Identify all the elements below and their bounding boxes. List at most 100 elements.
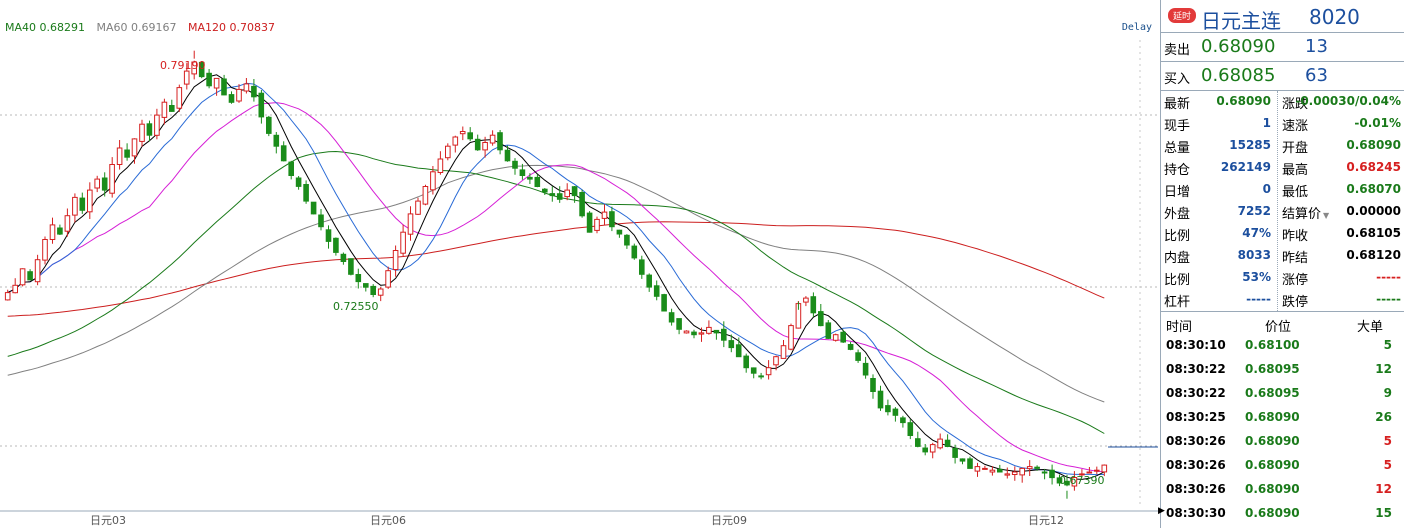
trade-row[interactable]: 08:30:10 0.68100 5 [1161, 334, 1404, 358]
candle-body [698, 332, 705, 335]
candle-body [1004, 473, 1011, 476]
x-label-0: 日元03 [90, 514, 126, 527]
bid-row[interactable]: 买入 0.68085 63 [1161, 62, 1404, 91]
candle-body [974, 466, 981, 472]
candle-body [422, 186, 429, 205]
stat-value: 15285 [1229, 138, 1271, 152]
delay-label: Delay [1121, 22, 1152, 33]
candle-body [982, 467, 988, 470]
trade-price: 0.68090 [1245, 434, 1300, 448]
candle-body [653, 285, 660, 297]
chart-canvas[interactable] [0, 0, 1160, 528]
quote-stats: 最新 0.68090 涨跌 -0.00030/0.04% 现手 1 速涨 -0.01% 总量 15… [1161, 91, 1404, 312]
stats-row: 杠杆 ----- 跌停 ----- [1161, 289, 1404, 311]
candle-body [832, 334, 839, 341]
candle-body [661, 294, 667, 312]
ma40-value: 0.68291 [39, 21, 86, 34]
candle-body [1049, 469, 1055, 479]
ma120-value: 0.70837 [229, 21, 276, 34]
chevron-down-icon[interactable]: ▼ [1323, 211, 1329, 220]
instrument-code: 8020 [1309, 5, 1360, 29]
candle-body [594, 218, 600, 231]
candle-body [154, 114, 160, 136]
candle-body [989, 469, 996, 473]
trade-time: 08:30:10 [1166, 338, 1226, 352]
candle-body [1011, 471, 1018, 475]
candle-body [519, 169, 526, 176]
stat-value: -0.00030/0.04% [1295, 94, 1401, 108]
trade-price: 0.68090 [1245, 410, 1300, 424]
candle-body [847, 344, 854, 350]
stat-label-text: 涨停 [1282, 273, 1309, 288]
trade-price: 0.68090 [1245, 506, 1300, 520]
stat-label-text: 开盘 [1282, 141, 1309, 156]
candle-body [862, 362, 869, 376]
quote-title: 延时 日元主连 8020 [1161, 0, 1404, 33]
stat-label: 结算价 ▼ [1282, 203, 1329, 222]
candle-body [139, 123, 145, 142]
candlestick-chart[interactable]: MA40 0.68291 MA60 0.69167 MA120 0.70837 … [0, 0, 1160, 528]
candle-body [318, 214, 324, 228]
candle-body [803, 297, 809, 303]
trade-row[interactable]: 08:30:22 0.68095 9 [1161, 382, 1404, 406]
trade-row[interactable]: ▶ 08:30:30 0.68090 15 [1158, 502, 1404, 526]
stat-label-text: 最高 [1282, 163, 1309, 178]
trade-time: 08:30:26 [1166, 482, 1226, 496]
stat-label-text: 最低 [1282, 185, 1309, 200]
candle-body [601, 211, 608, 219]
x-label-1: 日元06 [370, 514, 406, 527]
trade-row[interactable]: 08:30:26 0.68090 12 [1161, 478, 1404, 502]
candle-body [377, 288, 384, 296]
candle-body [340, 253, 347, 263]
candle-body [169, 105, 175, 112]
trade-row[interactable]: 08:30:26 0.68090 5 [1161, 454, 1404, 478]
bid-label: 买入 [1164, 72, 1191, 87]
candle-body [646, 274, 653, 288]
candle-body [355, 274, 362, 283]
candle-body [459, 131, 466, 135]
candle-body [273, 134, 280, 147]
trade-row[interactable]: 08:30:22 0.68095 12 [1161, 358, 1404, 382]
stat-label: 比例 [1164, 273, 1191, 288]
candle-body [94, 178, 101, 189]
candle-body [34, 259, 41, 283]
trade-row[interactable]: 08:30:25 0.68090 26 [1161, 406, 1404, 430]
candle-body [109, 164, 115, 194]
candle-body [415, 200, 421, 215]
candle-body [4, 292, 11, 301]
candle-body [437, 158, 444, 173]
stat-label: 速涨 [1282, 115, 1308, 134]
trade-price: 0.68090 [1245, 482, 1300, 496]
trade-row[interactable]: 08:30:26 0.68090 5 [1161, 430, 1404, 454]
trade-time: 08:30:30 [1166, 506, 1226, 520]
stat-label: 内盘 [1164, 251, 1191, 266]
candle-body [1101, 464, 1108, 473]
candle-body [400, 231, 406, 254]
trade-time: 08:30:22 [1166, 362, 1226, 376]
candle-body [288, 161, 294, 177]
ma120-line [7, 221, 1105, 317]
candle-body [900, 417, 906, 424]
ma40-name: MA40 [5, 21, 37, 34]
candle-body [236, 88, 242, 102]
candle-body [116, 147, 123, 165]
ask-label: 卖出 [1164, 43, 1191, 58]
candle-body [728, 340, 735, 349]
candle-body [706, 326, 712, 334]
ma120-name: MA120 [188, 21, 227, 34]
candle-body [959, 458, 966, 462]
ask-row[interactable]: 卖出 0.68090 13 [1161, 33, 1404, 62]
stats-row: 最新 0.68090 涨跌 -0.00030/0.04% [1161, 91, 1404, 113]
stat-label: 最低 [1282, 181, 1308, 200]
stat-value: 47% [1242, 226, 1271, 240]
trade-ticks[interactable]: 时间 价位 大单 08:30:10 0.68100 5 08:30:22 0.68095… [1158, 312, 1404, 528]
bid-price: 0.68085 [1201, 65, 1276, 86]
candle-body [997, 468, 1003, 473]
ma60-name: MA60 [96, 21, 128, 34]
trade-volume: 9 [1383, 386, 1392, 400]
candle-body [206, 72, 212, 87]
candle-body [892, 408, 899, 416]
candle-body [870, 378, 876, 392]
candle-body [124, 149, 130, 158]
stats-row: 总量 15285 开盘 0.68090 [1161, 135, 1404, 157]
